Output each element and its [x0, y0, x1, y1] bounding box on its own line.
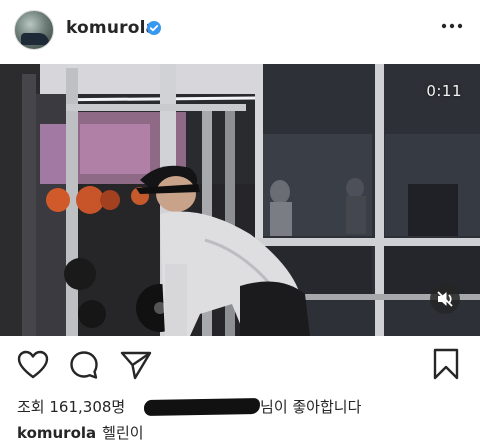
caption-username[interactable]: komurola: [17, 424, 96, 442]
video-player[interactable]: 0:11: [0, 64, 480, 336]
caption: komurola 헬린이: [17, 422, 144, 443]
paper-plane-icon[interactable]: [120, 350, 152, 380]
caption-text: 헬린이: [102, 424, 144, 442]
likes-suffix: 님이 좋아합니다: [260, 398, 362, 416]
verified-badge-icon: [147, 21, 161, 35]
action-bar: [0, 340, 480, 390]
avatar[interactable]: [14, 10, 54, 50]
post-header: komurola: [0, 0, 480, 64]
comment-icon[interactable]: [69, 350, 99, 380]
muted-speaker-icon: [437, 291, 453, 307]
views-label: 조회: [17, 398, 45, 416]
more-options-icon[interactable]: [440, 20, 464, 32]
video-timer: 0:11: [426, 82, 462, 100]
redacted-username: [143, 397, 261, 417]
views-count[interactable]: 161,308명: [49, 398, 125, 416]
username[interactable]: komurola: [66, 18, 157, 38]
likes-line: 조회 161,308명 님이 좋아합니다: [17, 396, 361, 417]
gym-scene: [0, 64, 480, 336]
mute-button[interactable]: [430, 284, 460, 314]
heart-icon[interactable]: [17, 350, 49, 380]
bookmark-icon[interactable]: [432, 348, 460, 380]
